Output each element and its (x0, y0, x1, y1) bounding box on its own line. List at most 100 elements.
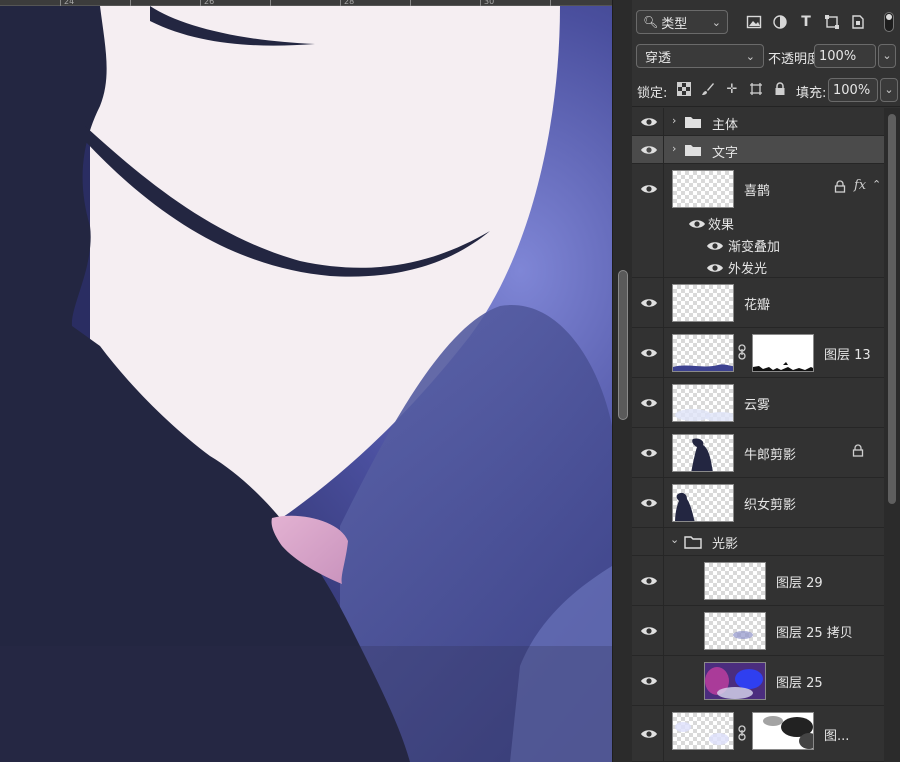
layer-name[interactable]: 光影 (712, 533, 738, 552)
layers-scrollbar-thumb[interactable] (888, 114, 896, 504)
shape-filter-icon[interactable] (824, 14, 840, 30)
eye-icon[interactable] (640, 625, 658, 637)
layer-thumbnail (672, 434, 734, 472)
blend-mode-select[interactable]: 穿透 ⌄ (636, 44, 764, 68)
layer-thumbnail (672, 484, 734, 522)
eye-icon[interactable] (640, 397, 658, 409)
chevron-right-icon[interactable]: › (672, 142, 676, 155)
document-canvas[interactable]: 2426283032 (0, 0, 612, 762)
chevron-down-icon: ⌄ (711, 15, 721, 29)
fill-dropdown[interactable]: ⌄ (880, 78, 898, 102)
link-chain-icon[interactable] (738, 725, 748, 741)
layer-thumbnail (704, 612, 766, 650)
lock-label: 锁定: (637, 86, 668, 101)
layer-mask-thumbnail[interactable] (752, 334, 814, 372)
filter-kind-label: 类型 (661, 16, 688, 32)
layer-row-group-main[interactable]: › 主体 (632, 108, 884, 136)
panel-divider (632, 106, 900, 107)
eye-icon[interactable] (640, 675, 658, 687)
layer-thumbnail (704, 562, 766, 600)
layer-row-cowherd[interactable]: 牛郎剪影 (632, 428, 884, 478)
layer-thumbnail (704, 662, 766, 700)
layer-row-layer29[interactable]: 图层 29 (632, 556, 884, 606)
chevron-right-icon[interactable]: › (672, 114, 676, 127)
eye-icon[interactable] (640, 297, 658, 309)
layer-mask-thumbnail[interactable] (752, 712, 814, 750)
eye-icon[interactable] (640, 116, 658, 128)
link-chain-icon[interactable] (738, 344, 748, 360)
eye-icon[interactable] (640, 144, 658, 156)
layer-row-fog[interactable]: 云雾 (632, 378, 884, 428)
search-icon: 🔍︎ (643, 15, 659, 29)
canvas-scrollbar-thumb[interactable] (618, 270, 628, 420)
effects-label[interactable]: 效果 (708, 214, 734, 233)
smart-object-filter-icon[interactable] (850, 14, 866, 30)
effect-gradient-overlay[interactable]: 渐变叠加 (728, 236, 780, 255)
fill-input[interactable]: 100% (828, 78, 878, 102)
opacity-value: 100% (819, 48, 857, 64)
eye-icon[interactable] (706, 240, 724, 252)
layer-row-layer25-copy[interactable]: 图层 25 拷贝 (632, 606, 884, 656)
layer-row-group-light[interactable]: ⌄ 光影 (632, 528, 884, 556)
filter-toggle[interactable] (884, 12, 894, 32)
layer-row-layer13[interactable]: 图层 13 (632, 328, 884, 378)
artwork (0, 6, 612, 762)
eye-icon[interactable] (706, 262, 724, 274)
lock-artboard-icon[interactable] (748, 82, 764, 98)
layer-name[interactable]: 图层 13 (824, 344, 871, 363)
eye-icon[interactable] (640, 447, 658, 459)
effect-outer-glow[interactable]: 外发光 (728, 258, 767, 277)
opacity-dropdown[interactable]: ⌄ (878, 44, 896, 68)
adjustment-filter-icon[interactable] (772, 14, 788, 30)
layer-name[interactable]: 云雾 (744, 394, 770, 413)
layer-name[interactable]: 图... (824, 725, 849, 744)
eye-icon[interactable] (640, 183, 658, 195)
layer-row-layer25[interactable]: 图层 25 (632, 656, 884, 706)
lock-all-icon[interactable] (772, 82, 788, 98)
layer-name[interactable]: 花瓣 (744, 294, 770, 313)
opacity-input[interactable]: 100% (814, 44, 876, 68)
filter-kind-select[interactable]: 🔍︎ 类型 ⌄ (636, 10, 728, 34)
layer-row-weaver[interactable]: 织女剪影 (632, 478, 884, 528)
eye-icon[interactable] (640, 728, 658, 740)
text-filter-icon[interactable]: T (798, 14, 814, 30)
lock-icon (852, 444, 864, 461)
layer-name[interactable]: 织女剪影 (744, 494, 796, 513)
blend-mode-value: 穿透 (645, 50, 672, 66)
chevron-down-icon: ⌄ (745, 49, 755, 63)
layer-name[interactable]: 图层 25 拷贝 (776, 622, 853, 641)
lock-icon (834, 180, 846, 197)
eye-icon[interactable] (688, 218, 706, 230)
layer-name[interactable]: 图层 25 (776, 672, 823, 691)
lock-transparency-icon[interactable] (676, 82, 692, 98)
canvas-scrollbar[interactable] (612, 0, 632, 762)
layer-row-truncated[interactable]: 图... (632, 706, 884, 762)
layer-row-petal[interactable]: 花瓣 (632, 278, 884, 328)
layer-row-group-text[interactable]: › 文字 (632, 136, 884, 164)
layer-name[interactable]: 喜鹊 (744, 180, 770, 199)
visibility-column (632, 164, 664, 277)
fill-value: 100% (833, 82, 871, 98)
layer-thumbnail (672, 384, 734, 422)
layer-name[interactable]: 图层 29 (776, 572, 823, 591)
layer-name[interactable]: 主体 (712, 114, 738, 133)
lock-row: 锁定: ✛ 填充: 100% ⌄ (632, 76, 900, 104)
image-filter-icon[interactable] (746, 14, 762, 30)
layer-name[interactable]: 文字 (712, 142, 738, 161)
layers-scrollbar[interactable] (884, 108, 900, 762)
layer-thumbnail (672, 334, 734, 372)
layer-row-magpie[interactable]: 喜鹊 fx ⌃ 效果 渐变叠加 外发光 (632, 164, 884, 278)
chevron-up-icon[interactable]: ⌃ (872, 178, 881, 191)
eye-icon[interactable] (640, 347, 658, 359)
lock-position-move-icon[interactable]: ✛ (724, 82, 740, 98)
eye-icon[interactable] (640, 497, 658, 509)
fill-label: 填充: (796, 86, 827, 101)
layer-name[interactable]: 牛郎剪影 (744, 444, 796, 463)
lock-pixels-brush-icon[interactable] (700, 82, 716, 98)
blend-row: 穿透 ⌄ 不透明度: 100% ⌄ (632, 42, 900, 70)
fx-icon[interactable]: fx (854, 178, 866, 193)
chevron-down-icon[interactable]: ⌄ (670, 533, 679, 546)
filter-row: 🔍︎ 类型 ⌄ T (632, 6, 900, 38)
folder-icon (685, 117, 701, 128)
eye-icon[interactable] (640, 575, 658, 587)
